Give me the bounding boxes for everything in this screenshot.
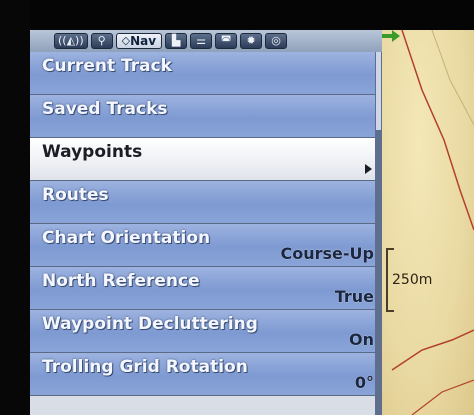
- chart-icon: ▙: [171, 34, 181, 47]
- menu-item-label: Waypoints: [42, 142, 143, 162]
- tab-chart[interactable]: ▙: [165, 33, 188, 49]
- menu-item-north-reference[interactable]: North Reference True: [30, 267, 382, 310]
- menu-item-chart-orientation[interactable]: Chart Orientation Course-Up: [30, 224, 382, 267]
- nav-icon: ◇: [121, 34, 131, 47]
- menu-item-label: Trolling Grid Rotation: [42, 357, 248, 377]
- submenu-arrow-icon: [365, 164, 372, 174]
- menu-item-value: 0°: [354, 373, 374, 392]
- menu-scrollbar[interactable]: [375, 52, 382, 415]
- tab-nav[interactable]: ◇ Nav: [115, 33, 163, 49]
- menu-item-routes[interactable]: Routes: [30, 181, 382, 224]
- screen-bezel-top: [0, 0, 474, 30]
- menu-item-waypoints[interactable]: Waypoints: [30, 138, 382, 181]
- tab-nav-label: Nav: [130, 34, 157, 48]
- settings-icon: ⚌: [196, 34, 207, 47]
- menu-item-label: Saved Tracks: [42, 99, 168, 119]
- menu-tab-bar: ((◭)) ⚲ ◇ Nav ▙ ⚌ ◚ ✹ ◎: [30, 30, 382, 52]
- menu-item-value: On: [349, 330, 374, 349]
- scale-label: 250m: [392, 272, 433, 288]
- menu-item-label: Chart Orientation: [42, 228, 211, 248]
- boat-position-icon: [382, 30, 400, 42]
- tab-globe[interactable]: ◎: [265, 33, 288, 49]
- menu-list: Current Track Saved Tracks Waypoints Rou…: [30, 52, 382, 396]
- tab-antenna[interactable]: ⚲: [90, 33, 113, 49]
- tab-screen[interactable]: ◚: [215, 33, 238, 49]
- menu-item-waypoint-decluttering[interactable]: Waypoint Decluttering On: [30, 310, 382, 353]
- menu-item-saved-tracks[interactable]: Saved Tracks: [30, 95, 382, 138]
- menu-item-value: True: [334, 287, 374, 306]
- chart-map-view[interactable]: 250m: [382, 30, 474, 415]
- menu-item-label: Routes: [42, 185, 109, 205]
- screen-bezel-left: [0, 0, 30, 415]
- tab-sonar[interactable]: ((◭)): [54, 33, 88, 49]
- menu-item-value: Course-Up: [280, 244, 374, 263]
- tab-settings[interactable]: ⚌: [190, 33, 213, 49]
- screen-icon: ◚: [220, 34, 232, 47]
- menu-item-current-track[interactable]: Current Track: [30, 52, 382, 95]
- nav-menu-panel: ((◭)) ⚲ ◇ Nav ▙ ⚌ ◚ ✹ ◎ Current Track Sa…: [30, 30, 382, 415]
- menu-item-trolling-grid-rotation[interactable]: Trolling Grid Rotation 0°: [30, 353, 382, 396]
- antenna-icon: ⚲: [97, 34, 106, 47]
- menu-item-label: North Reference: [42, 271, 200, 291]
- sonar-icon: ((◭)): [58, 34, 84, 47]
- globe-icon: ◎: [271, 34, 281, 47]
- map-contours: [391, 30, 474, 415]
- tab-gear[interactable]: ✹: [240, 33, 263, 49]
- menu-item-label: Waypoint Decluttering: [42, 314, 258, 334]
- menu-item-label: Current Track: [42, 56, 172, 76]
- scrollbar-thumb[interactable]: [376, 52, 381, 130]
- gear-icon: ✹: [246, 34, 256, 47]
